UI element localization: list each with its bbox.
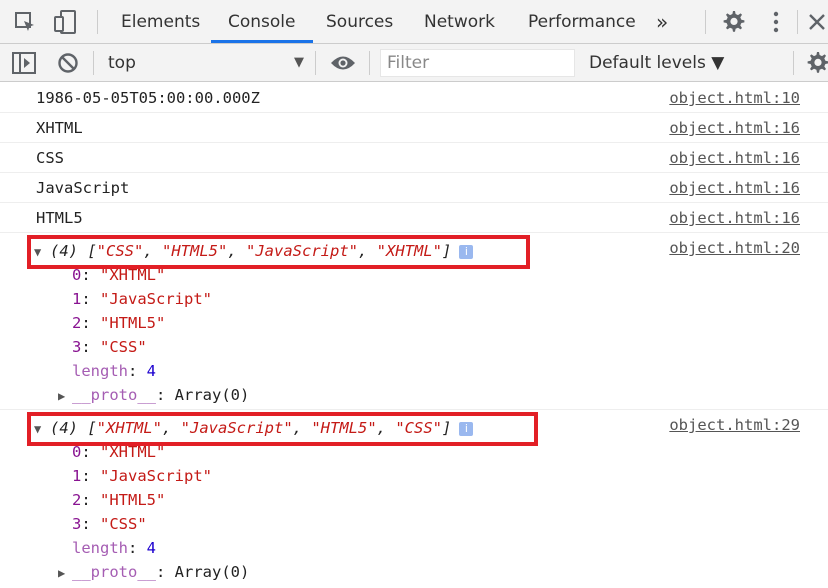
show-sidebar-icon[interactable] (12, 52, 36, 74)
log-levels-dropdown[interactable]: Default levels ▼ (589, 49, 724, 77)
array-proto[interactable]: ▶ __proto__: Array(0) (58, 563, 249, 581)
tab-elements[interactable]: Elements (121, 0, 200, 43)
console-message: HTML5 object.html:16 (0, 203, 828, 233)
tab-separator (797, 10, 798, 34)
source-link[interactable]: object.html:16 (669, 179, 800, 197)
console-toolbar: top ▼ Default levels ▼ (0, 44, 828, 82)
console-message: CSS object.html:16 (0, 143, 828, 173)
tab-separator (97, 10, 98, 34)
tab-performance[interactable]: Performance (528, 0, 636, 43)
context-selector-value: top (108, 53, 136, 73)
source-link[interactable]: object.html:10 (669, 89, 800, 107)
array-length: length: 4 (72, 539, 157, 557)
filter-input[interactable] (387, 53, 567, 73)
array-proto[interactable]: ▶ __proto__: Array(0) (58, 386, 249, 404)
source-link[interactable]: object.html:29 (669, 416, 800, 434)
array-length: length: 4 (72, 362, 157, 380)
toolbar-separator (93, 51, 94, 75)
console-settings-gear-icon[interactable] (806, 51, 828, 75)
context-selector[interactable]: top ▼ (96, 49, 310, 77)
message-text: HTML5 (36, 209, 83, 227)
array-entry: 1: "JavaScript" (72, 290, 212, 308)
chevron-down-icon: ▼ (294, 55, 304, 70)
source-link[interactable]: object.html:16 (669, 149, 800, 167)
source-link[interactable]: object.html:16 (669, 209, 800, 227)
array-entry: 2: "HTML5" (72, 491, 166, 509)
source-link[interactable]: object.html:16 (669, 119, 800, 137)
console-message: JavaScript object.html:16 (0, 173, 828, 203)
message-text: JavaScript (36, 179, 130, 197)
expand-triangle-icon[interactable]: ▶ (58, 566, 72, 580)
toolbar-separator (315, 51, 316, 75)
tab-separator (705, 10, 706, 34)
clear-console-icon[interactable] (57, 52, 79, 74)
more-tabs-button[interactable]: » (656, 0, 668, 43)
devtools-tab-bar: Elements Console Sources Network Perform… (0, 0, 828, 44)
tab-console[interactable]: Console (211, 0, 313, 43)
settings-gear-icon[interactable] (722, 10, 746, 34)
console-message: XHTML object.html:16 (0, 113, 828, 143)
array-entry: 1: "JavaScript" (72, 467, 212, 485)
live-expression-eye-icon[interactable] (330, 54, 356, 72)
message-text: XHTML (36, 119, 83, 137)
expand-triangle-icon[interactable]: ▶ (58, 389, 72, 403)
console-message: 1986-05-05T05:00:00.000Z object.html:10 (0, 83, 828, 113)
inspect-element-icon[interactable] (14, 11, 36, 33)
device-toolbar-icon[interactable] (53, 10, 79, 34)
message-text: CSS (36, 149, 64, 167)
filter-input-box[interactable] (380, 49, 575, 77)
toolbar-separator (793, 51, 794, 75)
array-entry: 3: "CSS" (72, 338, 147, 356)
highlight-box (27, 235, 530, 269)
array-entry: 3: "CSS" (72, 515, 147, 533)
source-link[interactable]: object.html:20 (669, 239, 800, 257)
tab-network[interactable]: Network (424, 0, 495, 43)
toolbar-separator (369, 51, 370, 75)
highlight-box (27, 412, 538, 446)
array-entry: 2: "HTML5" (72, 314, 166, 332)
close-icon[interactable] (808, 13, 826, 31)
tab-sources[interactable]: Sources (326, 0, 393, 43)
message-text: 1986-05-05T05:00:00.000Z (36, 89, 260, 107)
more-options-icon[interactable] (766, 11, 786, 33)
